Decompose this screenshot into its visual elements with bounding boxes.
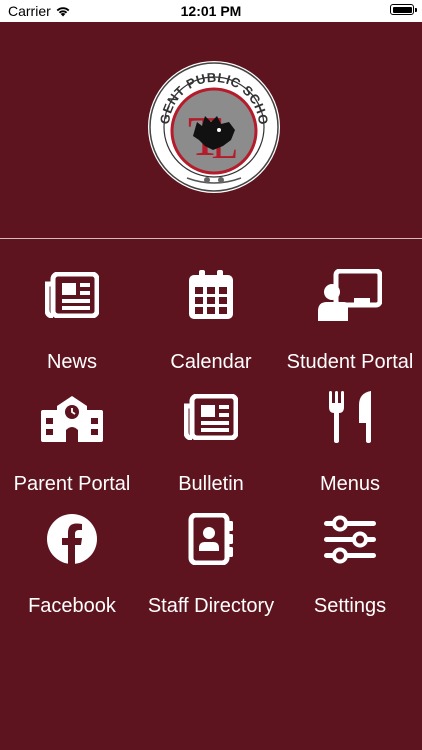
battery-icon — [390, 4, 417, 15]
menu-item-label: Bulletin — [178, 473, 244, 495]
school-building-icon — [41, 396, 103, 442]
menu-item-label: Staff Directory — [147, 595, 275, 617]
menu-grid: News Calendar Student Portal Parent Port… — [0, 239, 422, 750]
menu-item-label: Calendar — [170, 351, 252, 373]
fork-knife-icon — [329, 391, 371, 443]
sliders-icon — [324, 515, 376, 564]
menu-item-parent-portal[interactable]: Parent Portal — [2, 387, 142, 497]
menu-item-settings[interactable]: Settings — [280, 509, 420, 619]
newspaper-icon — [45, 272, 99, 318]
newspaper-icon — [184, 394, 238, 440]
menu-item-label: Student Portal — [286, 351, 414, 373]
school-logo: SARGENT PUBLIC SCHOOLS T L — [147, 60, 280, 193]
status-bar: Carrier 12:01 PM — [0, 0, 422, 22]
menu-item-label: Menus — [319, 473, 381, 495]
menu-item-label: Facebook — [28, 595, 116, 617]
menu-item-news[interactable]: News — [2, 265, 142, 375]
calendar-icon — [189, 270, 233, 319]
menu-item-label: Parent Portal — [13, 473, 131, 495]
contact-book-icon — [188, 513, 233, 565]
menu-item-staff-directory[interactable]: Staff Directory — [141, 509, 281, 619]
menu-item-label: Settings — [313, 595, 387, 617]
student-portal-icon — [318, 269, 382, 321]
menu-item-bulletin[interactable]: Bulletin — [141, 387, 281, 497]
header-logo-area: SARGENT PUBLIC SCHOOLS T L — [0, 22, 422, 239]
menu-item-calendar[interactable]: Calendar — [141, 265, 281, 375]
menu-item-facebook[interactable]: Facebook — [2, 509, 142, 619]
status-time: 12:01 PM — [180, 3, 242, 19]
menu-item-menus[interactable]: Menus — [280, 387, 420, 497]
menu-item-label: News — [46, 351, 97, 373]
facebook-icon — [47, 514, 97, 565]
menu-item-student-portal[interactable]: Student Portal — [280, 265, 420, 375]
